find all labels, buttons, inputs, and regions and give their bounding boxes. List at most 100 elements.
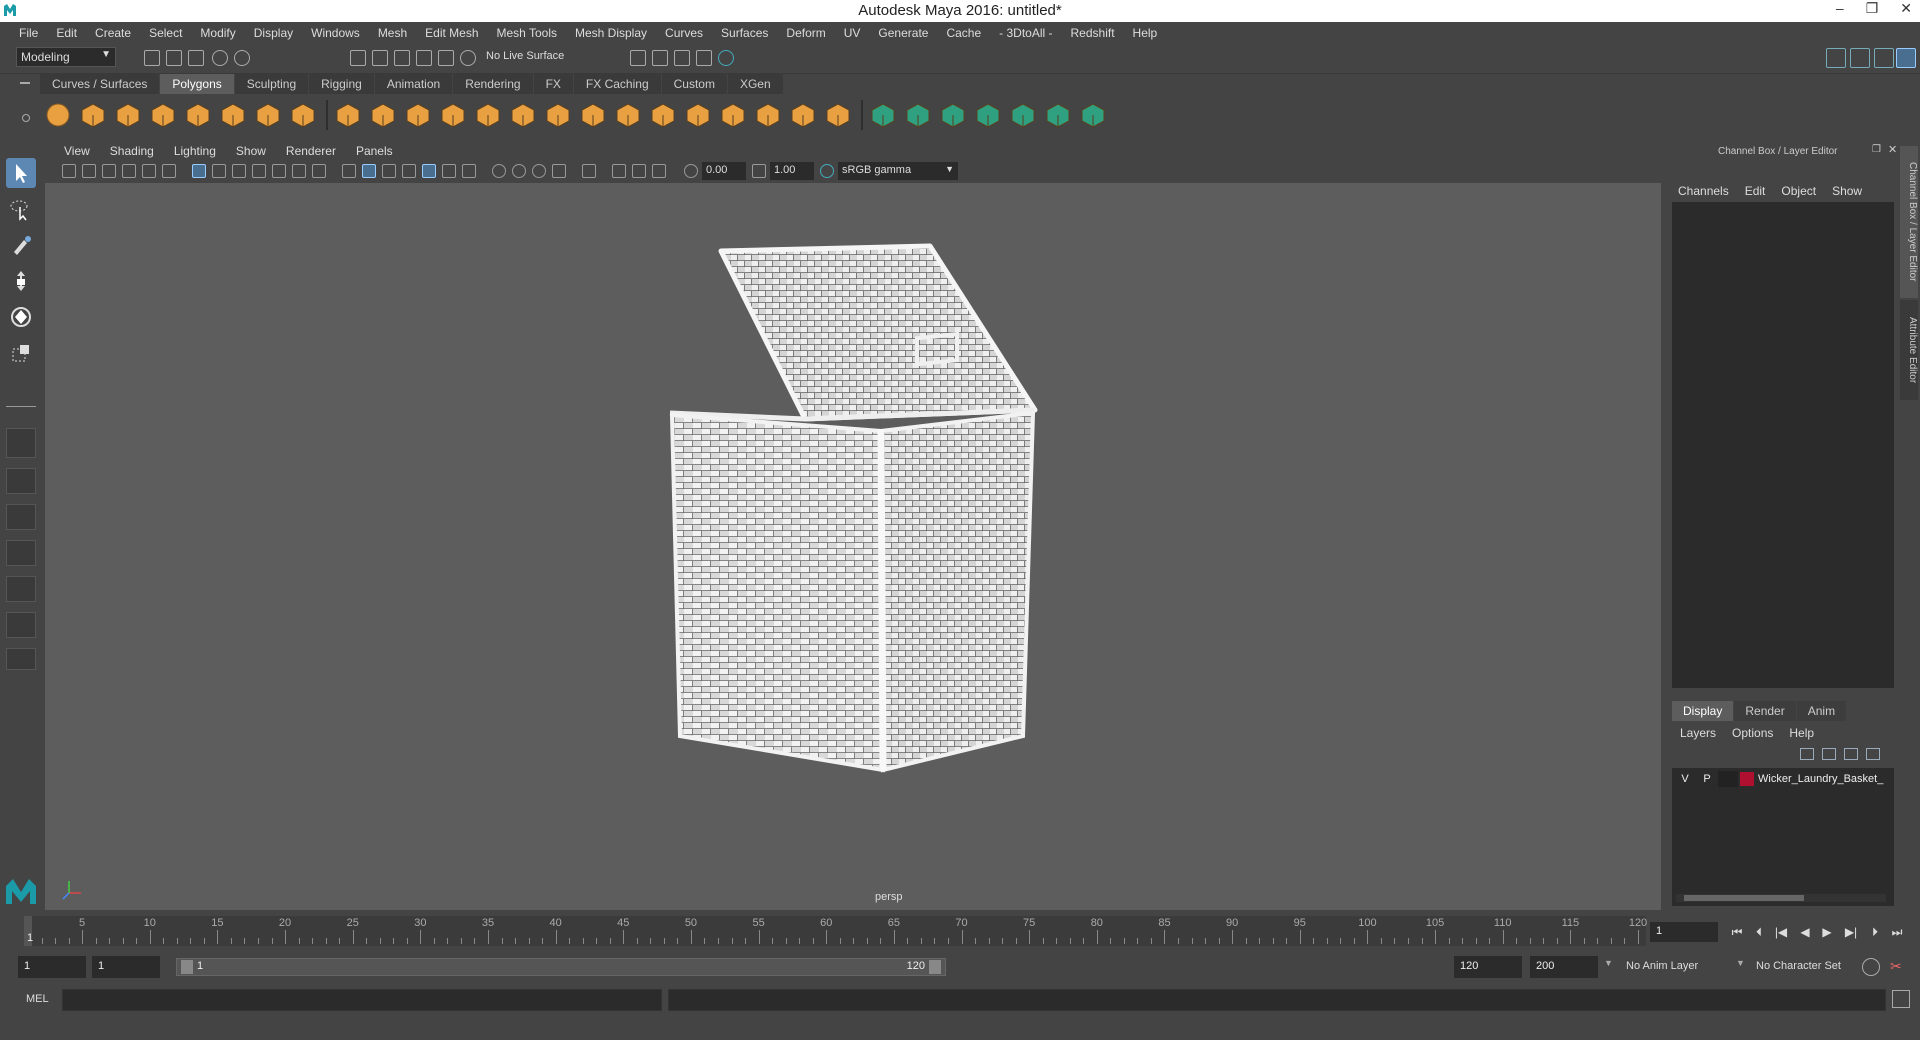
- menu-generate[interactable]: Generate: [869, 26, 937, 40]
- range-start-handle[interactable]: [181, 960, 193, 974]
- film-gate-icon[interactable]: [212, 164, 226, 178]
- shadows-icon[interactable]: [462, 164, 476, 178]
- step-back-key-icon[interactable]: ⏴: [1750, 922, 1768, 942]
- extrude-icon[interactable]: [579, 101, 607, 129]
- uv-cylindrical-icon[interactable]: [904, 101, 932, 129]
- poly-sphere-icon[interactable]: [44, 101, 72, 129]
- go-to-start-icon[interactable]: ⏮: [1728, 922, 1746, 942]
- gamma-icon[interactable]: [752, 164, 766, 178]
- close-panel-icon[interactable]: ✕: [1888, 143, 1897, 156]
- uv-cut-icon[interactable]: [1079, 101, 1107, 129]
- layer-tab-anim[interactable]: Anim: [1796, 701, 1847, 721]
- anim-layer-dropdown[interactable]: No Anim Layer: [1620, 956, 1740, 978]
- attribute-editor-toggle-icon[interactable]: [1850, 48, 1870, 68]
- redo-icon[interactable]: [234, 50, 250, 66]
- camera-select-icon[interactable]: [62, 164, 76, 178]
- hypershade-layout-button[interactable]: [6, 576, 36, 602]
- delete-edge-icon[interactable]: [789, 101, 817, 129]
- range-end-handle[interactable]: [929, 960, 941, 974]
- wireframe-icon[interactable]: [342, 164, 356, 178]
- poly-pipe-icon[interactable]: [289, 101, 317, 129]
- field-chart-icon[interactable]: [272, 164, 286, 178]
- poly-cone-icon[interactable]: [149, 101, 177, 129]
- image-plane-icon[interactable]: [122, 164, 136, 178]
- custom-layout-button[interactable]: [6, 648, 36, 670]
- layer-color-swatch[interactable]: [1740, 772, 1754, 786]
- shelf-menu-icon[interactable]: [20, 82, 30, 84]
- move-layer-up-icon[interactable]: [1800, 748, 1814, 760]
- shelf-tab-rigging[interactable]: Rigging: [309, 74, 374, 94]
- default-material-icon[interactable]: [382, 164, 396, 178]
- channel-box-area[interactable]: [1672, 202, 1894, 688]
- playback-start-field[interactable]: 1: [92, 956, 160, 978]
- step-back-frame-icon[interactable]: |◀: [1772, 922, 1790, 942]
- menu-file[interactable]: File: [10, 26, 47, 40]
- minimize-icon[interactable]: –: [1836, 0, 1844, 17]
- script-language-label[interactable]: MEL: [26, 993, 49, 1005]
- layer-tab-render[interactable]: Render: [1734, 701, 1796, 721]
- use-all-lights-icon[interactable]: [442, 164, 456, 178]
- extract-icon[interactable]: [404, 101, 432, 129]
- layer-type-toggle[interactable]: [1718, 771, 1738, 787]
- menu-uv[interactable]: UV: [835, 26, 870, 40]
- play-forward-icon[interactable]: ▶: [1818, 922, 1836, 942]
- shelf-tab-curves-surfaces[interactable]: Curves / Surfaces: [40, 74, 160, 94]
- viewport-persp[interactable]: persp: [45, 183, 1661, 910]
- menu-set-dropdown[interactable]: Modeling ▼: [16, 47, 116, 67]
- uv-planar-icon[interactable]: [869, 101, 897, 129]
- live-surface-field[interactable]: No Live Surface: [486, 47, 586, 67]
- select-tool[interactable]: [6, 158, 36, 188]
- float-panel-icon[interactable]: ❐: [1872, 144, 1881, 155]
- render-frame-icon[interactable]: [652, 50, 668, 66]
- scale-tool[interactable]: [6, 338, 36, 368]
- character-set-dropdown[interactable]: No Character Set: [1750, 956, 1870, 978]
- chevron-down-icon[interactable]: ▼: [1736, 958, 1745, 968]
- isolate-select-icon[interactable]: [582, 164, 596, 178]
- screen-space-ao-icon[interactable]: [492, 164, 506, 178]
- paint-select-tool[interactable]: [6, 230, 36, 260]
- lasso-tool[interactable]: [6, 194, 36, 224]
- menu-mesh-display[interactable]: Mesh Display: [566, 26, 656, 40]
- select-hierarchy-icon[interactable]: [350, 50, 366, 66]
- render-settings-icon[interactable]: [696, 50, 712, 66]
- gamma-field[interactable]: 1.00: [770, 162, 814, 180]
- new-layer-icon[interactable]: [1844, 748, 1858, 760]
- bookmark-icon[interactable]: [102, 164, 116, 178]
- ipr-render-icon[interactable]: [674, 50, 690, 66]
- play-backward-icon[interactable]: ◀: [1796, 922, 1814, 942]
- layer-playback-toggle[interactable]: P: [1696, 773, 1718, 785]
- close-icon[interactable]: ✕: [1900, 0, 1912, 17]
- smooth-icon[interactable]: [439, 101, 467, 129]
- menu-mesh-tools[interactable]: Mesh Tools: [488, 26, 566, 40]
- safe-action-icon[interactable]: [292, 164, 306, 178]
- chevron-down-icon[interactable]: ▼: [1604, 958, 1613, 968]
- move-layer-down-icon[interactable]: [1822, 748, 1836, 760]
- color-space-dropdown[interactable]: sRGB gamma ▼: [838, 162, 958, 180]
- shelf-settings-icon[interactable]: [22, 114, 30, 122]
- layer-menu-options[interactable]: Options: [1724, 726, 1781, 740]
- duplicate-face-icon[interactable]: [649, 101, 677, 129]
- bevel-icon[interactable]: [614, 101, 642, 129]
- grease-pencil-icon[interactable]: [162, 164, 176, 178]
- menu-display[interactable]: Display: [245, 26, 302, 40]
- panel-menu-show[interactable]: Show: [226, 144, 276, 158]
- fill-hole-icon[interactable]: [684, 101, 712, 129]
- restore-icon[interactable]: ❐: [1866, 0, 1879, 17]
- hypershade-icon[interactable]: [718, 50, 734, 66]
- menu-windows[interactable]: Windows: [302, 26, 369, 40]
- channel-box-menu-edit[interactable]: Edit: [1737, 184, 1774, 198]
- shelf-tab-fx[interactable]: FX: [533, 74, 573, 94]
- panel-menu-renderer[interactable]: Renderer: [276, 144, 346, 158]
- side-tab-channel-box[interactable]: Channel Box / Layer Editor: [1900, 146, 1918, 298]
- poly-cube-icon[interactable]: [79, 101, 107, 129]
- current-frame-field[interactable]: 1: [1650, 922, 1718, 942]
- wireframe-on-shaded-icon[interactable]: [402, 164, 416, 178]
- merge-icon[interactable]: [754, 101, 782, 129]
- channel-box-menu-channels[interactable]: Channels: [1670, 184, 1737, 198]
- textured-icon[interactable]: [422, 164, 436, 178]
- menu-redshift[interactable]: Redshift: [1062, 26, 1124, 40]
- single-perspective-layout-button[interactable]: [6, 428, 36, 458]
- bridge-icon[interactable]: [509, 101, 537, 129]
- modeling-toolkit-icon[interactable]: [1826, 48, 1846, 68]
- smooth-shade-icon[interactable]: [362, 164, 376, 178]
